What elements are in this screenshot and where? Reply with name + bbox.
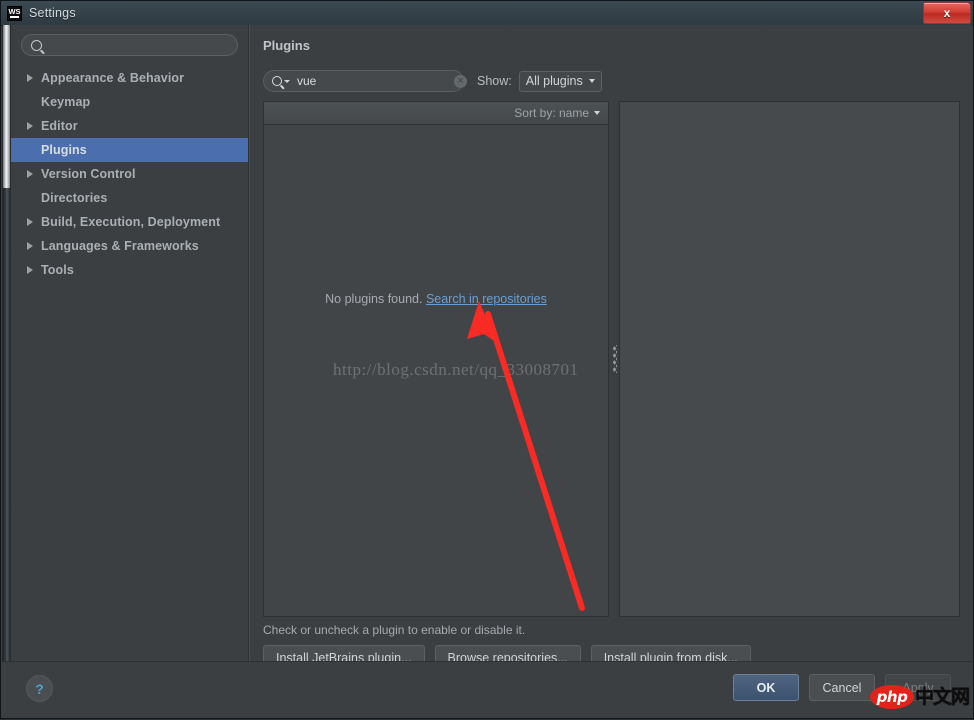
- plugin-list-pane: Sort by: name No plugins found. Search i…: [263, 101, 609, 617]
- plugin-list-body: No plugins found. Search in repositories: [264, 125, 608, 616]
- plugin-search-box[interactable]: ×: [263, 70, 464, 92]
- expand-arrow-icon[interactable]: [27, 74, 33, 82]
- sidebar-item-label: Version Control: [41, 167, 136, 181]
- sidebar-item-version-control[interactable]: Version Control: [11, 162, 248, 186]
- sidebar-item-build-execution-deployment[interactable]: Build, Execution, Deployment: [11, 210, 248, 234]
- window-title: Settings: [29, 6, 76, 20]
- expand-arrow-icon[interactable]: [27, 170, 33, 178]
- sidebar-search-box[interactable]: [21, 34, 238, 56]
- title-bar: WS Settings x: [1, 1, 973, 26]
- sidebar-search-input[interactable]: [48, 37, 232, 53]
- sidebar-item-directories[interactable]: Directories: [11, 186, 248, 210]
- sidebar-item-editor[interactable]: Editor: [11, 114, 248, 138]
- scrollbar-track[interactable]: [3, 188, 10, 662]
- plugins-panel: Plugins × Show: All plugins Sort by: nam…: [249, 25, 972, 662]
- webstorm-logo-icon: WS: [7, 6, 22, 21]
- dialog-action-buttons: OK Cancel Apply: [733, 674, 951, 701]
- sidebar-item-label: Tools: [41, 263, 74, 277]
- plugin-search-input[interactable]: [295, 73, 454, 89]
- search-icon: [31, 40, 42, 51]
- show-filter-label: Show:: [477, 74, 512, 88]
- chevron-down-icon: [594, 111, 600, 115]
- filter-row: × Show: All plugins: [263, 69, 960, 93]
- plugin-detail-pane: [619, 101, 960, 617]
- sort-by-header[interactable]: Sort by: name: [264, 102, 608, 125]
- pane-splitter[interactable]: [610, 101, 619, 617]
- chevron-down-icon: [589, 79, 595, 83]
- empty-state-message: No plugins found. Search in repositories: [264, 292, 608, 306]
- expand-arrow-icon[interactable]: [27, 122, 33, 130]
- settings-sidebar: Appearance & Behavior Keymap Editor Plugins…: [11, 25, 249, 662]
- clear-search-icon[interactable]: ×: [454, 75, 467, 88]
- expand-arrow-icon[interactable]: [27, 218, 33, 226]
- splitter-handle-icon[interactable]: [612, 345, 617, 373]
- empty-state-text: No plugins found.: [325, 292, 422, 306]
- settings-window: WS Settings x Appearance & Behavior Keyma…: [0, 0, 974, 719]
- sidebar-item-label: Keymap: [41, 95, 90, 109]
- sidebar-item-languages-frameworks[interactable]: Languages & Frameworks: [11, 234, 248, 258]
- sidebar-item-label: Plugins: [41, 143, 87, 157]
- expand-arrow-icon[interactable]: [27, 242, 33, 250]
- sort-by-label: Sort by: name: [514, 106, 589, 120]
- sidebar-item-keymap[interactable]: Keymap: [11, 90, 248, 114]
- dialog-footer: ? OK Cancel Apply: [2, 661, 972, 717]
- cancel-button[interactable]: Cancel: [809, 674, 875, 701]
- expand-arrow-icon[interactable]: [27, 266, 33, 274]
- sidebar-item-tools[interactable]: Tools: [11, 258, 248, 282]
- help-icon[interactable]: ?: [26, 675, 53, 702]
- scrollbar-thumb[interactable]: [3, 25, 10, 188]
- show-filter-value: All plugins: [526, 74, 583, 88]
- sidebar-item-label: Appearance & Behavior: [41, 71, 184, 85]
- chevron-down-icon[interactable]: [284, 80, 290, 83]
- plugins-hint-text: Check or uncheck a plugin to enable or d…: [263, 623, 525, 637]
- page-title: Plugins: [263, 38, 310, 53]
- dialog-content: Appearance & Behavior Keymap Editor Plugins…: [2, 25, 972, 662]
- search-in-repositories-link[interactable]: Search in repositories: [426, 292, 547, 306]
- sidebar-item-label: Editor: [41, 119, 78, 133]
- left-scrollbar[interactable]: [2, 25, 11, 662]
- apply-button: Apply: [885, 674, 951, 701]
- search-icon: [272, 76, 282, 86]
- sidebar-item-appearance-behavior[interactable]: Appearance & Behavior: [11, 66, 248, 90]
- ok-button[interactable]: OK: [733, 674, 799, 701]
- sidebar-item-plugins[interactable]: Plugins: [11, 138, 248, 162]
- show-filter-dropdown[interactable]: All plugins: [519, 71, 602, 92]
- sidebar-item-label: Directories: [41, 191, 107, 205]
- sidebar-item-label: Build, Execution, Deployment: [41, 215, 220, 229]
- settings-tree: Appearance & Behavior Keymap Editor Plugins…: [11, 66, 248, 282]
- close-icon[interactable]: x: [923, 2, 971, 24]
- sidebar-item-label: Languages & Frameworks: [41, 239, 199, 253]
